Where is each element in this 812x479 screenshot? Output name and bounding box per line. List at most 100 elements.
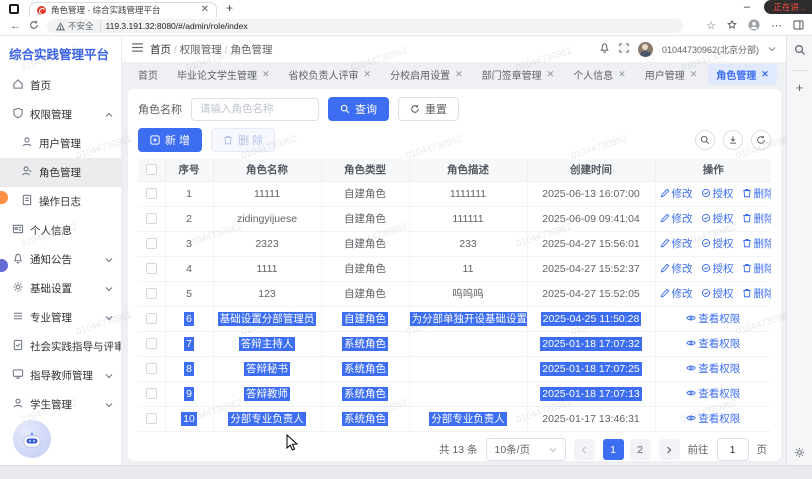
role-name-input[interactable] [191, 98, 319, 121]
page-tab-首页[interactable]: 首页 [130, 64, 166, 85]
tab-close-icon[interactable]: ✕ [201, 5, 209, 15]
sidebar-search-icon[interactable] [794, 43, 806, 61]
more-options-icon[interactable]: ⋯ [771, 21, 782, 32]
close-tab-icon[interactable]: ✕ [547, 70, 555, 79]
authorize-link[interactable]: 授权 [701, 186, 734, 201]
row-checkbox[interactable] [146, 313, 157, 324]
new-tab-button[interactable]: + [226, 1, 233, 15]
download-tool[interactable] [723, 130, 743, 150]
page-tab-部门签章管理[interactable]: 部门签章管理✕ [474, 64, 563, 85]
sidebar-item-角色管理[interactable]: 角色管理 [0, 158, 121, 187]
page-tab-毕业论文学生管理[interactable]: 毕业论文学生管理✕ [169, 64, 278, 85]
security-label: 不安全 [68, 20, 94, 32]
edit-link[interactable]: 修改 [660, 186, 693, 201]
reset-button[interactable]: 重置 [398, 97, 459, 121]
sidebar-item-通知公告[interactable]: 通知公告 [0, 245, 121, 274]
page-number-button[interactable]: 1 [603, 439, 624, 460]
page-tab-省校负责人评审[interactable]: 省校负责人评审✕ [281, 64, 380, 85]
user-avatar[interactable] [638, 42, 653, 57]
sidebar-item-专业管理[interactable]: 专业管理 [0, 303, 121, 332]
sidebar-item-基础设置[interactable]: 基础设置 [0, 274, 121, 303]
close-tab-icon[interactable]: ✕ [364, 70, 372, 79]
row-checkbox[interactable] [146, 388, 157, 399]
next-page-button[interactable] [659, 439, 680, 460]
authorize-link[interactable]: 授权 [701, 211, 734, 226]
breadcrumb-item[interactable]: 角色管理 [231, 44, 273, 56]
row-checkbox[interactable] [146, 213, 157, 224]
browser-tab[interactable]: 角色管理 - 综合实践管理平台 ✕ [29, 2, 217, 17]
close-tab-icon[interactable]: ✕ [690, 70, 698, 79]
prev-page-button[interactable] [574, 439, 595, 460]
delete-link[interactable]: 删除 [742, 186, 772, 201]
search-button[interactable]: 查询 [328, 97, 389, 121]
view-permissions-link[interactable]: 查看权限 [686, 386, 740, 401]
row-checkbox[interactable] [146, 238, 157, 249]
sidebar-add-icon[interactable]: + [796, 80, 804, 95]
row-checkbox[interactable] [146, 338, 157, 349]
address-bar[interactable]: 不安全 119.3.191.32:8080/#/admin/role/index [47, 19, 683, 33]
assistant-robot-avatar[interactable] [13, 420, 51, 458]
row-checkbox[interactable] [146, 263, 157, 274]
goto-page-input[interactable] [717, 438, 749, 461]
close-tab-icon[interactable]: ✕ [455, 70, 463, 79]
authorize-link[interactable]: 授权 [701, 286, 734, 301]
page-tab-用户管理[interactable]: 用户管理✕ [637, 64, 706, 85]
page-tab-分校启用设置[interactable]: 分校启用设置✕ [382, 64, 471, 85]
sidebar-item-权限管理[interactable]: 权限管理 [0, 100, 121, 129]
view-permissions-link[interactable]: 查看权限 [686, 361, 740, 376]
view-permissions-link[interactable]: 查看权限 [686, 311, 740, 326]
breadcrumb-item[interactable]: 首页 [150, 44, 171, 56]
sidebar-item-学生管理[interactable]: 学生管理 [0, 390, 121, 419]
page-tab-个人信息[interactable]: 个人信息✕ [565, 64, 634, 85]
refresh-icon[interactable] [29, 20, 39, 33]
sidebar-item-用户管理[interactable]: 用户管理 [0, 129, 121, 158]
minimize-button[interactable]: – [744, 2, 750, 13]
user-chevron-down-icon[interactable] [768, 46, 776, 52]
delete-link[interactable]: 删除 [742, 261, 772, 276]
page-number-button[interactable]: 2 [630, 439, 651, 460]
collections-icon[interactable] [727, 20, 737, 33]
collapse-menu-icon[interactable] [132, 43, 143, 55]
close-tab-icon[interactable]: ✕ [618, 70, 626, 79]
back-icon[interactable]: ← [10, 21, 21, 32]
sidebar-item-操作日志[interactable]: 操作日志 [0, 187, 121, 216]
edit-link[interactable]: 修改 [660, 236, 693, 251]
add-button[interactable]: 新 增 [138, 128, 202, 152]
sidebar-settings-gear-icon[interactable] [787, 447, 812, 458]
table-refresh-tool[interactable] [751, 130, 771, 150]
edit-link[interactable]: 修改 [660, 261, 693, 276]
delete-link[interactable]: 删除 [742, 236, 772, 251]
sidebar-item-社会实践指导与评审[interactable]: 社会实践指导与评审 [0, 332, 121, 361]
edit-link[interactable]: 修改 [660, 286, 693, 301]
row-checkbox[interactable] [146, 363, 157, 374]
sidebar-item-个人信息[interactable]: 个人信息 [0, 216, 121, 245]
view-permissions-link[interactable]: 查看权限 [686, 336, 740, 351]
sidebar-item-指导教师管理[interactable]: 指导教师管理 [0, 361, 121, 390]
row-checkbox[interactable] [146, 188, 157, 199]
close-tab-icon[interactable]: ✕ [761, 70, 769, 79]
authorize-link[interactable]: 授权 [701, 261, 734, 276]
page-tab-角色管理[interactable]: 角色管理✕ [708, 64, 777, 85]
cell-role-name: 答辩秘书 [213, 356, 321, 381]
edit-link[interactable]: 修改 [660, 211, 693, 226]
authorize-link[interactable]: 授权 [701, 236, 734, 251]
close-tab-icon[interactable]: ✕ [262, 70, 270, 79]
fullscreen-icon[interactable] [619, 43, 629, 56]
breadcrumb-item[interactable]: 权限管理 [180, 44, 222, 56]
page-size-select[interactable]: 10条/页 [486, 438, 566, 461]
delete-link[interactable]: 删除 [742, 286, 772, 301]
username[interactable]: 01044730962(北京分部) [662, 43, 759, 56]
delete-button[interactable]: 删 除 [211, 128, 275, 152]
select-all-checkbox[interactable] [146, 164, 157, 175]
table-search-tool[interactable] [695, 130, 715, 150]
cell-role-type: 系统角色 [321, 356, 409, 381]
row-checkbox[interactable] [146, 413, 157, 424]
notification-bell-icon[interactable] [599, 42, 610, 56]
sidebar-item-首页[interactable]: 首页 [0, 71, 121, 100]
bookmark-star-icon[interactable]: ☆ [706, 21, 716, 32]
browser-profile-avatar[interactable] [748, 19, 760, 34]
view-permissions-link[interactable]: 查看权限 [686, 411, 740, 426]
sidebar-toggle-icon[interactable] [793, 20, 804, 33]
delete-link[interactable]: 删除 [742, 211, 772, 226]
row-checkbox[interactable] [146, 288, 157, 299]
